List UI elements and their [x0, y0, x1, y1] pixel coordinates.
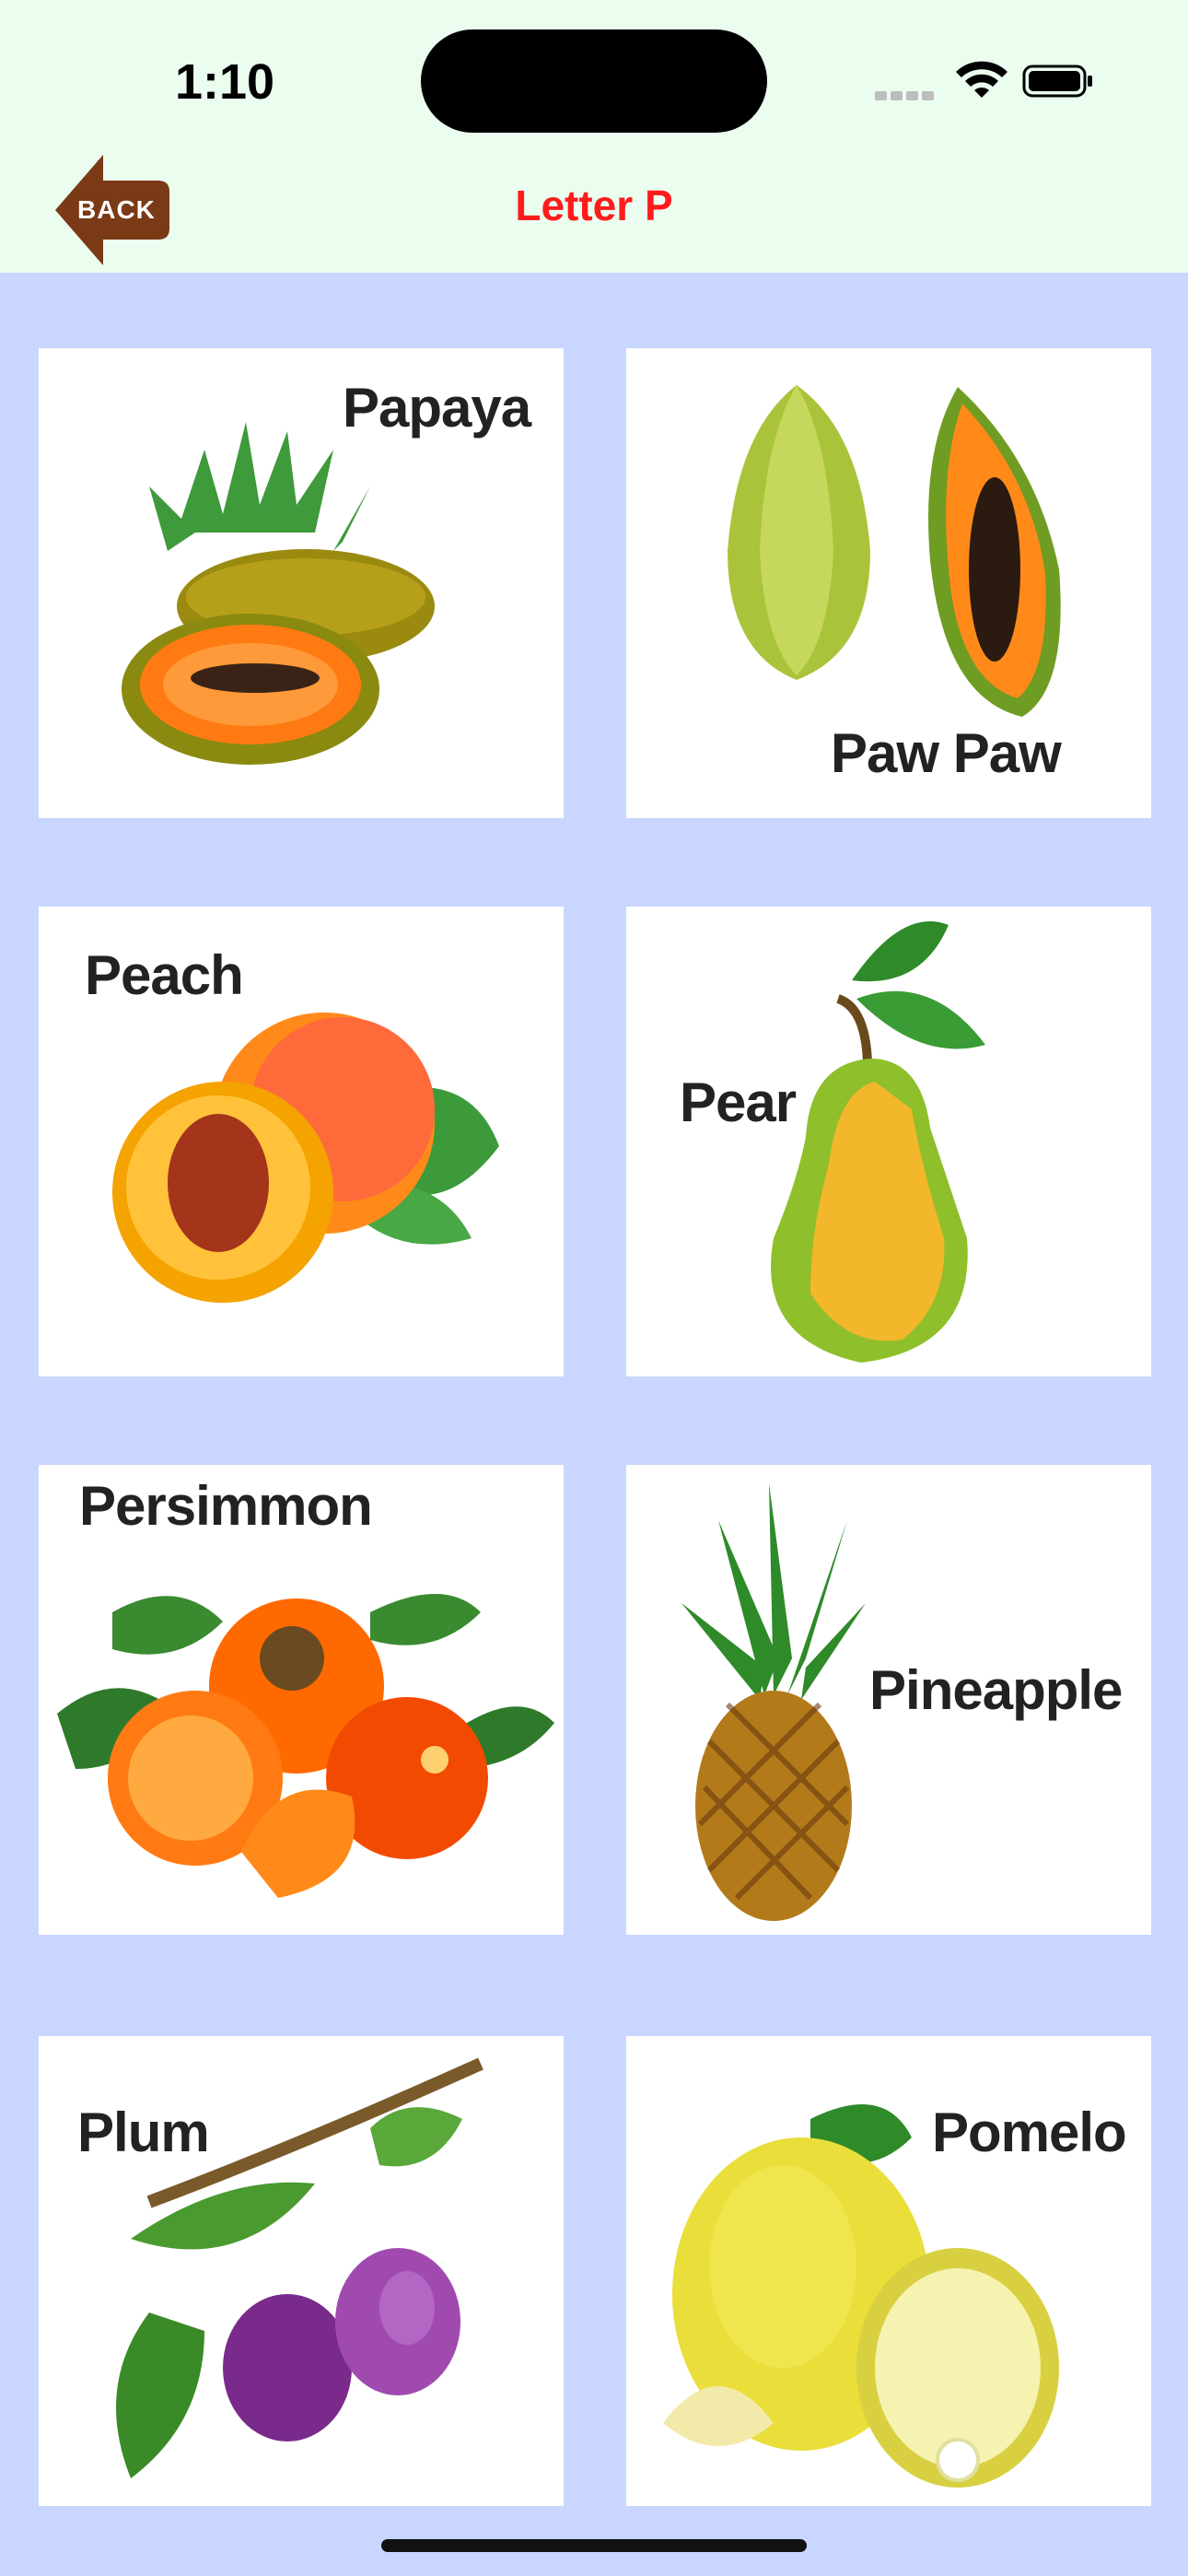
top-header: 1:10 BACK Letter P: [0, 0, 1188, 273]
dynamic-island: [421, 29, 767, 133]
card-label-peach: Peach: [85, 944, 244, 1006]
card-label-plum: Plum: [77, 2102, 210, 2163]
card-label-persimmon: Persimmon: [79, 1475, 373, 1537]
card-label-pineapple: Pineapple: [869, 1659, 1123, 1721]
fruit-card-papaya[interactable]: Papaya: [39, 348, 564, 818]
fruit-card-plum[interactable]: Plum: [39, 2036, 564, 2506]
page-title: Letter P: [515, 181, 673, 229]
card-label-papaya: Papaya: [343, 377, 531, 439]
fruit-card-pineapple[interactable]: Pineapple: [626, 1465, 1151, 1935]
status-time: 1:10: [175, 54, 275, 110]
home-indicator[interactable]: [381, 2539, 807, 2552]
fruit-card-persimmon[interactable]: Persimmon: [39, 1465, 564, 1935]
signal-icon: [875, 88, 939, 100]
card-label-paw-paw: Paw Paw: [831, 722, 1062, 784]
battery-icon: [1022, 64, 1092, 98]
card-label-pomelo: Pomelo: [932, 2102, 1127, 2163]
fruit-card-pomelo[interactable]: Pomelo: [626, 2036, 1151, 2506]
fruit-card-peach[interactable]: Peach: [39, 907, 564, 1376]
card-label-pear: Pear: [680, 1071, 797, 1133]
fruit-card-pear[interactable]: Pear: [626, 907, 1151, 1376]
wifi-icon: [956, 61, 1007, 98]
pear-image: [771, 921, 985, 1363]
status-icons: [847, 61, 1092, 101]
fruit-card-paw-paw[interactable]: Paw Paw: [626, 348, 1151, 818]
